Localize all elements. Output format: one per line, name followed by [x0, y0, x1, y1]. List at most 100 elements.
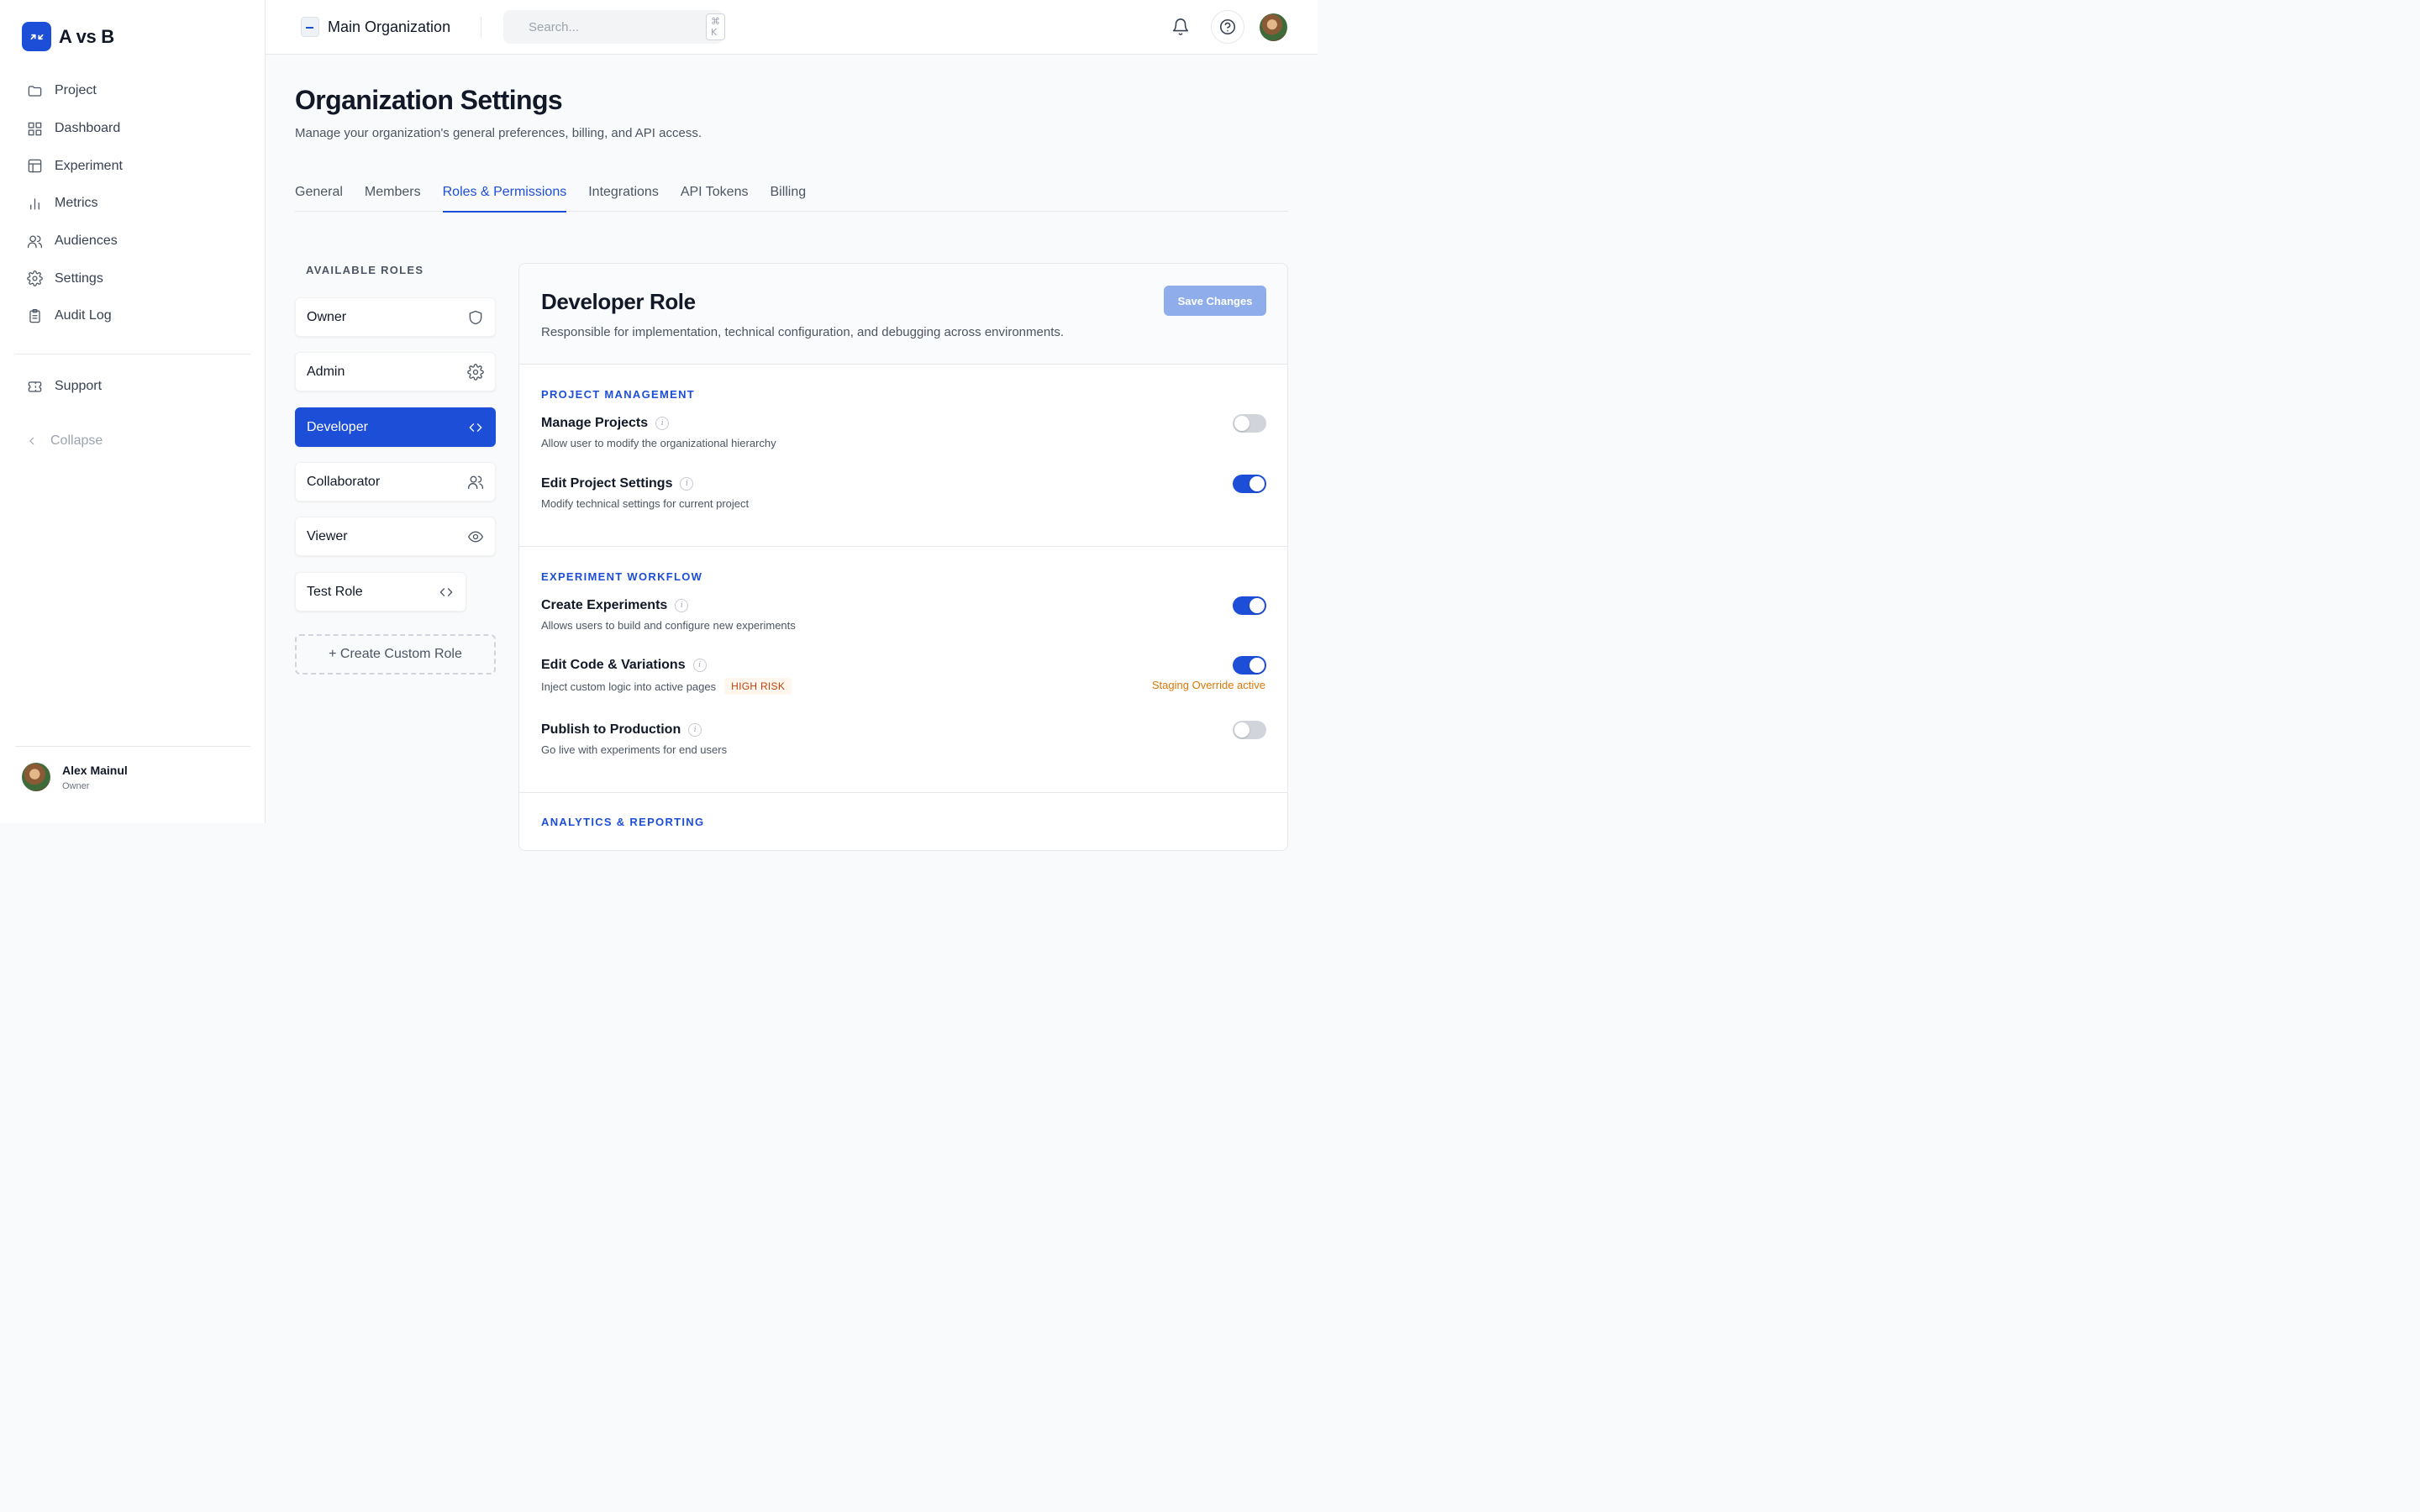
tab-billing[interactable]: Billing	[770, 172, 806, 212]
search-input[interactable]	[529, 19, 696, 34]
org-name: Main Organization	[328, 18, 451, 35]
role-developer[interactable]: Developer	[295, 407, 496, 447]
sidebar-item-label: Audit Log	[55, 308, 112, 323]
role-owner[interactable]: Owner	[295, 297, 496, 337]
bell-icon	[1172, 18, 1189, 35]
role-collaborator[interactable]: Collaborator	[295, 462, 496, 501]
search-box[interactable]: ⌘ K	[503, 10, 725, 44]
permission-edit-code-variations: Edit Code & Variations i	[541, 658, 707, 673]
toggle-edit-code-variations[interactable]	[1233, 656, 1266, 675]
high-risk-badge: HIGH RISK	[724, 678, 792, 695]
code-icon	[469, 423, 482, 432]
sidebar-item-label: Settings	[55, 270, 103, 286]
section-divider	[519, 792, 1287, 793]
user-name: Alex Mainul	[62, 763, 128, 777]
sidebar-item-audiences[interactable]: Audiences	[15, 223, 250, 260]
permission-name: Edit Project Settings	[541, 476, 673, 491]
panel-header: Developer Role Responsible for implement…	[519, 264, 1287, 365]
avatar[interactable]	[1260, 13, 1287, 41]
folder-icon	[28, 86, 42, 97]
sidebar-item-audit-log[interactable]: Audit Log	[15, 297, 250, 335]
permission-description-row: Inject custom logic into active pages HI…	[541, 678, 792, 695]
role-label: Collaborator	[307, 474, 381, 489]
gear-icon	[467, 363, 484, 381]
sidebar-support: Support	[15, 368, 250, 406]
help-circle-icon	[1219, 18, 1236, 35]
save-changes-button[interactable]: Save Changes	[1164, 286, 1266, 316]
role-test-role[interactable]: Test Role	[295, 572, 466, 612]
code-icon	[439, 587, 453, 596]
collapse-button[interactable]: Collapse	[25, 431, 103, 451]
avatar	[22, 763, 50, 791]
permission-publish-to-production: Publish to Production i	[541, 722, 702, 738]
permission-description: Go live with experiments for end users	[541, 743, 728, 756]
role-description: Responsible for implementation, technica…	[541, 325, 1065, 339]
brand-name: A vs B	[59, 25, 114, 47]
help-button[interactable]	[1211, 10, 1244, 44]
tab-api-tokens[interactable]: API Tokens	[681, 172, 749, 212]
permission-description: Modify technical settings for current pr…	[541, 497, 750, 510]
role-label: Developer	[307, 419, 368, 434]
sidebar-item-dashboard[interactable]: Dashboard	[15, 110, 250, 148]
sidebar-item-support[interactable]: Support	[15, 368, 250, 406]
section-analytics-reporting: ANALYTICS & REPORTING	[541, 816, 705, 828]
gear-icon	[27, 270, 43, 287]
tab-members[interactable]: Members	[365, 172, 421, 212]
settings-tabs: General Members Roles & Permissions Inte…	[295, 172, 1288, 213]
sidebar-item-experiment[interactable]: Experiment	[15, 147, 250, 185]
org-switcher[interactable]: Main Organization	[301, 17, 450, 37]
tab-general[interactable]: General	[295, 172, 343, 212]
layout-icon	[28, 159, 42, 173]
eye-icon	[468, 531, 483, 542]
roles-heading: AVAILABLE ROLES	[306, 264, 424, 276]
info-icon[interactable]: i	[692, 659, 707, 672]
sidebar-item-label: Dashboard	[55, 121, 121, 136]
role-label: Admin	[307, 364, 345, 379]
sidebar-item-label: Metrics	[55, 196, 98, 211]
sidebar: A vs B Project Dashboard Experiment Metr…	[0, 0, 266, 823]
sidebar-item-project[interactable]: Project	[15, 72, 250, 110]
chevron-left-icon	[29, 437, 34, 445]
role-label: Test Role	[307, 584, 363, 599]
info-icon[interactable]: i	[655, 417, 670, 430]
toggle-create-experiments[interactable]	[1233, 596, 1266, 615]
user-role: Owner	[62, 780, 90, 791]
permission-name: Manage Projects	[541, 416, 649, 430]
sidebar-item-label: Experiment	[55, 158, 123, 173]
toggle-publish-to-production[interactable]	[1233, 721, 1266, 739]
sidebar-item-metrics[interactable]: Metrics	[15, 185, 250, 223]
clipboard-icon	[29, 308, 40, 323]
page-subtitle: Manage your organization's general prefe…	[295, 126, 702, 140]
info-icon[interactable]: i	[680, 477, 694, 491]
create-custom-role-button[interactable]: + Create Custom Role	[295, 634, 496, 675]
role-label: Viewer	[307, 528, 348, 543]
topbar: Main Organization ⌘ K	[266, 0, 1318, 55]
sidebar-item-label: Audiences	[55, 234, 118, 249]
toggle-manage-projects[interactable]	[1233, 414, 1266, 433]
permission-edit-project-settings: Edit Project Settings i	[541, 476, 694, 491]
sidebar-footer-divider	[15, 746, 250, 747]
info-icon[interactable]: i	[675, 599, 689, 612]
permission-description: Allows users to build and configure new …	[541, 619, 796, 632]
role-viewer[interactable]: Viewer	[295, 517, 496, 556]
info-icon[interactable]: i	[688, 723, 702, 737]
permission-manage-projects: Manage Projects i	[541, 416, 670, 431]
permission-description: Allow user to modify the organizational …	[541, 437, 776, 449]
sidebar-item-settings[interactable]: Settings	[15, 260, 250, 297]
users-icon	[468, 475, 483, 489]
permission-create-experiments: Create Experiments i	[541, 598, 689, 613]
tab-integrations[interactable]: Integrations	[588, 172, 659, 212]
user-profile[interactable]: Alex Mainul Owner	[22, 763, 128, 791]
section-divider	[519, 546, 1287, 547]
org-icon	[301, 17, 319, 37]
notifications-button[interactable]	[1171, 18, 1190, 36]
brand-logo-icon	[22, 22, 51, 51]
brand[interactable]: A vs B	[22, 22, 114, 51]
app-root: A vs B Project Dashboard Experiment Metr…	[0, 0, 1318, 851]
toggle-edit-project-settings[interactable]	[1233, 475, 1266, 493]
role-admin[interactable]: Admin	[295, 352, 496, 391]
page-title: Organization Settings	[295, 85, 563, 115]
sidebar-item-label: Project	[55, 83, 97, 98]
tab-roles-permissions[interactable]: Roles & Permissions	[442, 172, 566, 213]
staging-override-note: Staging Override active	[1151, 679, 1265, 691]
